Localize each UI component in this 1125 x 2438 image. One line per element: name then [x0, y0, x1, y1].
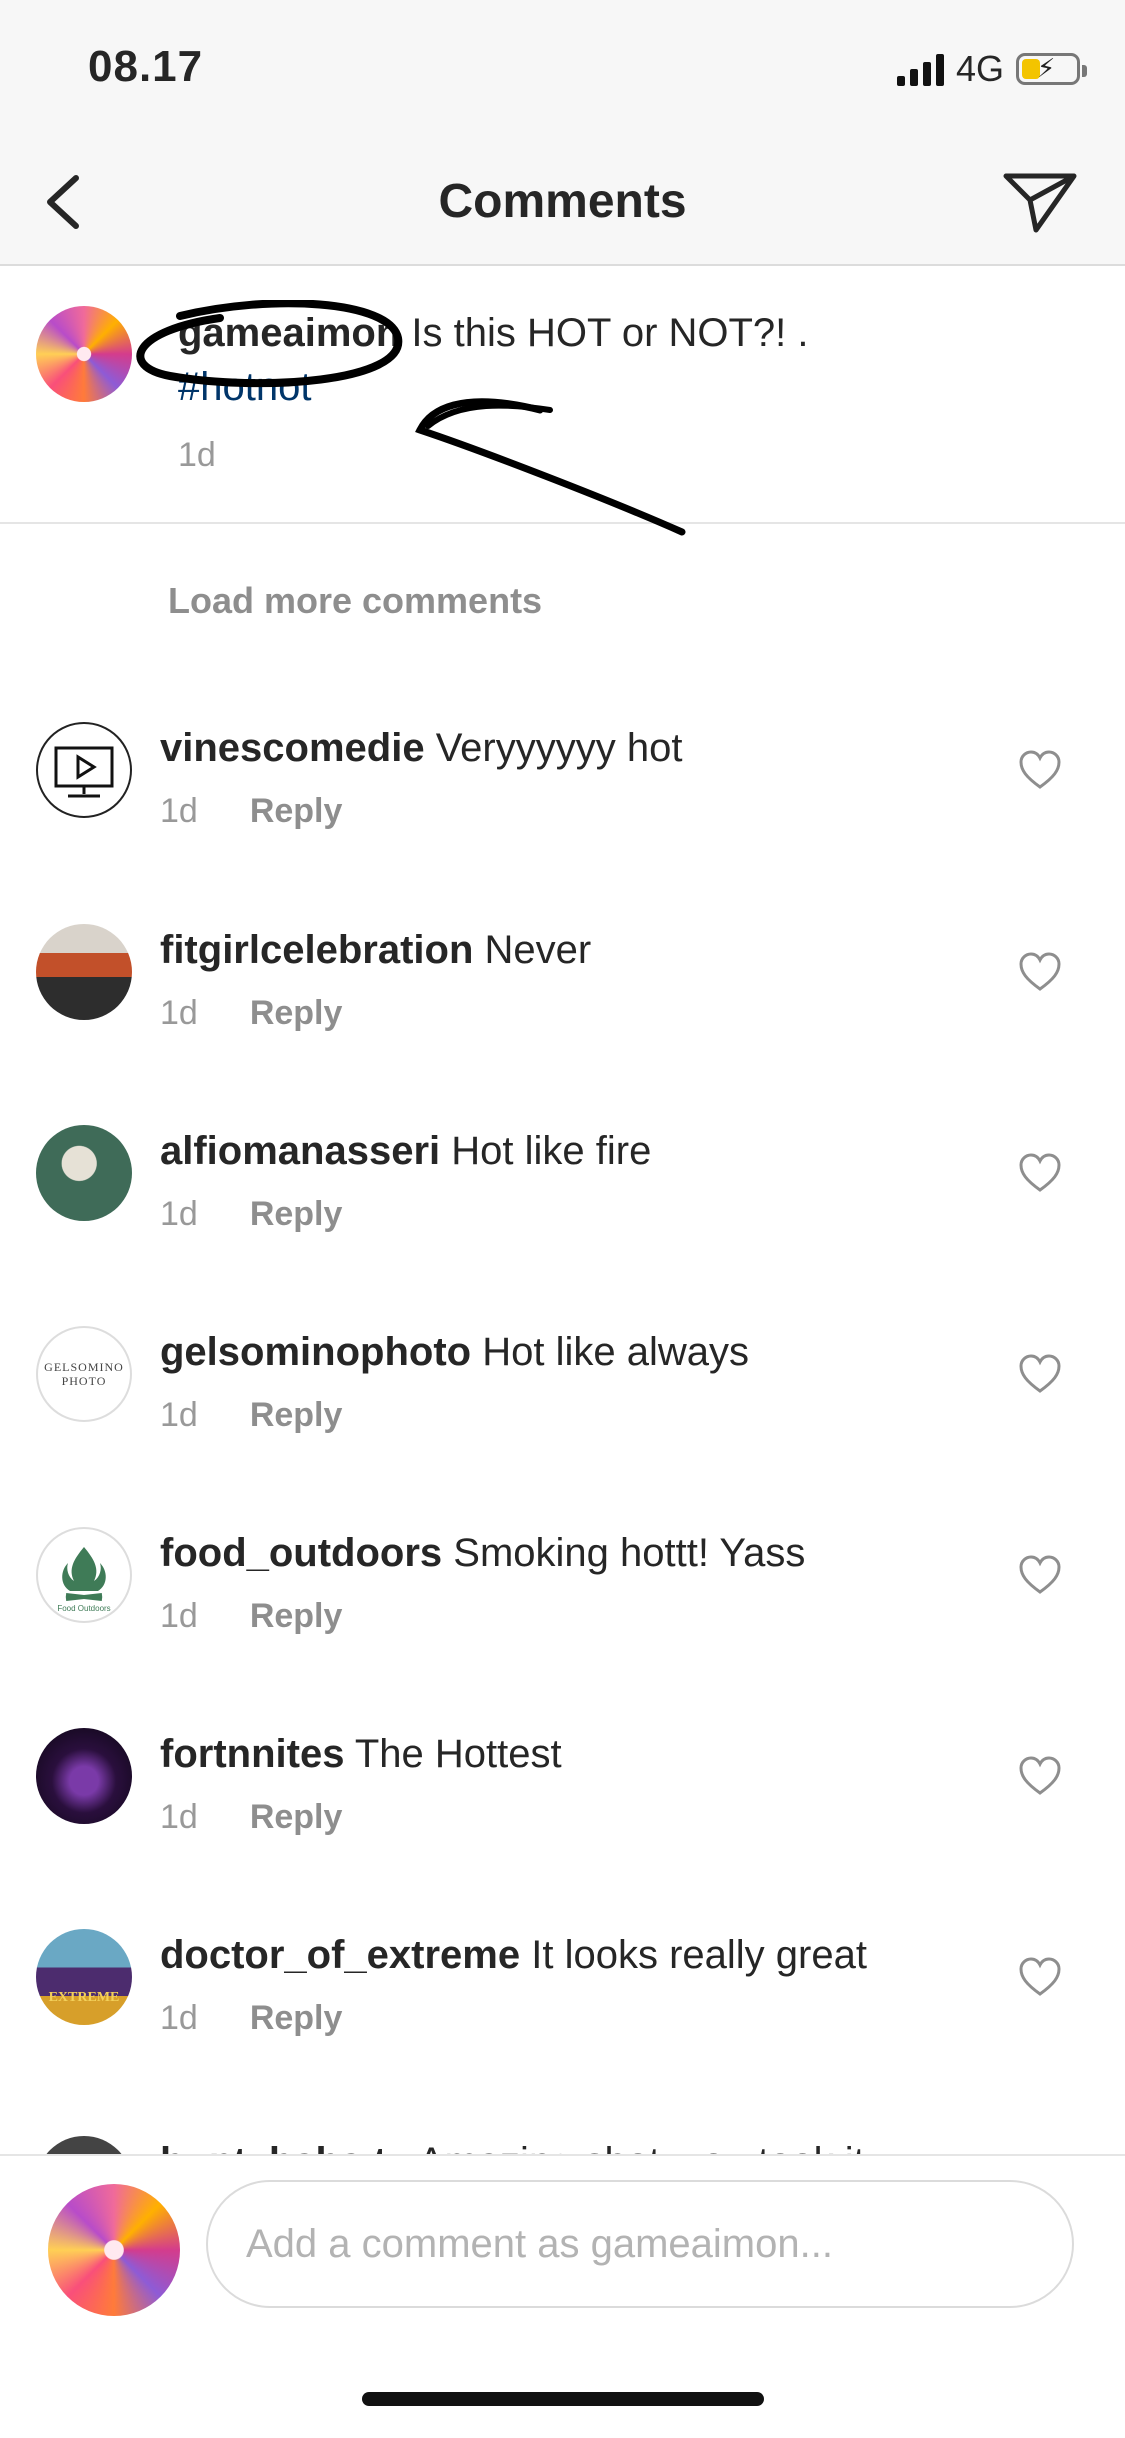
comment-text: buntybaba.tv Amazing shot, you took it	[160, 2136, 865, 2154]
comment-username[interactable]: buntybaba.tv	[160, 2140, 409, 2154]
avatar[interactable]: Food Outdoors	[36, 1527, 132, 1623]
comment-username[interactable]: fitgirlcelebration	[160, 928, 473, 972]
comment-item: vinescomedie Veryyyyyy hot 1d Reply	[0, 722, 1125, 922]
avatar[interactable]	[36, 1125, 132, 1221]
comment-input[interactable]	[206, 2180, 1074, 2308]
comment-item: GELSOMINO PHOTO gelsominophoto Hot like …	[0, 1326, 1125, 1526]
caption-body: Is this HOT or NOT?! .	[400, 311, 809, 355]
campfire-logo-icon: Food Outdoors	[57, 1547, 111, 1613]
comment-text: gelsominophoto Hot like always	[160, 1330, 749, 1374]
avatar[interactable]	[36, 1728, 132, 1824]
cellular-signal-icon	[896, 52, 944, 86]
navigation-bar: Comments	[0, 140, 1125, 266]
heart-icon[interactable]	[1018, 1957, 1062, 1997]
reply-button[interactable]: Reply	[250, 994, 343, 1033]
hashtag-link[interactable]: #hotnot	[178, 365, 311, 409]
comment-timestamp: 1d	[160, 1396, 198, 1434]
comment-timestamp: 1d	[160, 1597, 198, 1635]
comment-item: Food Outdoors food_outdoors Smoking hott…	[0, 1527, 1125, 1727]
status-indicators: 4G ⚡	[896, 48, 1087, 90]
home-indicator[interactable]	[362, 2392, 764, 2406]
comment-username[interactable]: food_outdoors	[160, 1531, 442, 1575]
comment-text: doctor_of_extreme It looks really great	[160, 1933, 867, 1977]
comment-meta: 1d Reply	[160, 1597, 342, 1636]
comment-timestamp: 1d	[160, 1798, 198, 1836]
comment-item: EXTREME doctor_of_extreme It looks reall…	[0, 1929, 1125, 2129]
play-monitor-icon	[54, 746, 114, 798]
comment-text: fitgirlcelebration Never	[160, 928, 592, 972]
battery-icon: ⚡	[1016, 53, 1087, 85]
heart-icon[interactable]	[1018, 1354, 1062, 1394]
comment-meta: 1d Reply	[160, 1195, 342, 1234]
comment-username[interactable]: alfiomanasseri	[160, 1129, 440, 1173]
heart-icon[interactable]	[1018, 952, 1062, 992]
avatar[interactable]	[36, 924, 132, 1020]
comment-meta: 1d Reply	[160, 994, 342, 1033]
comment-username[interactable]: vinescomedie	[160, 726, 425, 770]
reply-button[interactable]: Reply	[250, 1396, 343, 1435]
heart-icon[interactable]	[1018, 1555, 1062, 1595]
comment-item: fitgirlcelebration Never 1d Reply	[0, 924, 1125, 1124]
avatar[interactable]	[36, 722, 132, 818]
avatar[interactable]	[36, 306, 132, 402]
reply-button[interactable]: Reply	[250, 792, 343, 831]
comment-username[interactable]: doctor_of_extreme	[160, 1933, 520, 1977]
comment-timestamp: 1d	[160, 792, 198, 830]
heart-icon[interactable]	[1018, 750, 1062, 790]
comment-text: vinescomedie Veryyyyyy hot	[160, 726, 683, 770]
logo-text: Food Outdoors	[57, 1604, 110, 1613]
share-button[interactable]	[1000, 168, 1080, 238]
paper-plane-icon	[1003, 173, 1077, 233]
caption-username[interactable]: gameaimon	[178, 311, 400, 355]
logo-text: GELSOMINO	[44, 1360, 124, 1374]
comment-text: alfiomanasseri Hot like fire	[160, 1129, 652, 1173]
comment-timestamp: 1d	[160, 1195, 198, 1233]
page-title: Comments	[438, 175, 687, 228]
logo-text: PHOTO	[61, 1374, 107, 1388]
heart-icon[interactable]	[1018, 1756, 1062, 1796]
logo-text: EXTREME	[49, 1990, 120, 2005]
heart-icon[interactable]	[1018, 1153, 1062, 1193]
comment-meta: 1d Reply	[160, 1999, 342, 2038]
comment-meta: 1d Reply	[160, 1396, 342, 1435]
avatar[interactable]: GELSOMINO PHOTO	[36, 1326, 132, 1422]
comment-meta: 1d Reply	[160, 1798, 342, 1837]
comment-username[interactable]: fortnnites	[160, 1732, 344, 1776]
comment-item: alfiomanasseri Hot like fire 1d Reply	[0, 1125, 1125, 1325]
comment-meta: 1d Reply	[160, 792, 342, 831]
comment-text: fortnnites The Hottest	[160, 1732, 562, 1776]
reply-button[interactable]: Reply	[250, 1999, 343, 2038]
avatar	[48, 2184, 180, 2316]
caption-text: gameaimon Is this HOT or NOT?! . #hotnot	[178, 306, 1038, 414]
caption-timestamp: 1d	[178, 436, 216, 474]
comment-timestamp: 1d	[160, 994, 198, 1032]
network-type: 4G	[955, 48, 1004, 89]
reply-button[interactable]: Reply	[250, 1195, 343, 1234]
comment-item-partial: buntybaba.tv Amazing shot, you took it	[0, 2136, 1125, 2154]
comment-text: food_outdoors Smoking hottt! Yass	[160, 1531, 806, 1575]
post-caption: gameaimon Is this HOT or NOT?! . #hotnot…	[0, 266, 1125, 524]
avatar[interactable]: EXTREME	[36, 1929, 132, 2025]
load-more-comments-link[interactable]: Load more comments	[168, 580, 542, 622]
reply-button[interactable]: Reply	[250, 1597, 343, 1636]
comment-item: fortnnites The Hottest 1d Reply	[0, 1728, 1125, 1928]
comment-username[interactable]: gelsominophoto	[160, 1330, 471, 1374]
status-time: 08.17	[88, 42, 204, 91]
doctor-of-extreme-logo: EXTREME	[49, 1990, 120, 2005]
reply-button[interactable]: Reply	[250, 1798, 343, 1837]
avatar[interactable]	[36, 2136, 132, 2154]
status-bar: 08.17 4G ⚡	[0, 0, 1125, 140]
comment-timestamp: 1d	[160, 1999, 198, 2037]
